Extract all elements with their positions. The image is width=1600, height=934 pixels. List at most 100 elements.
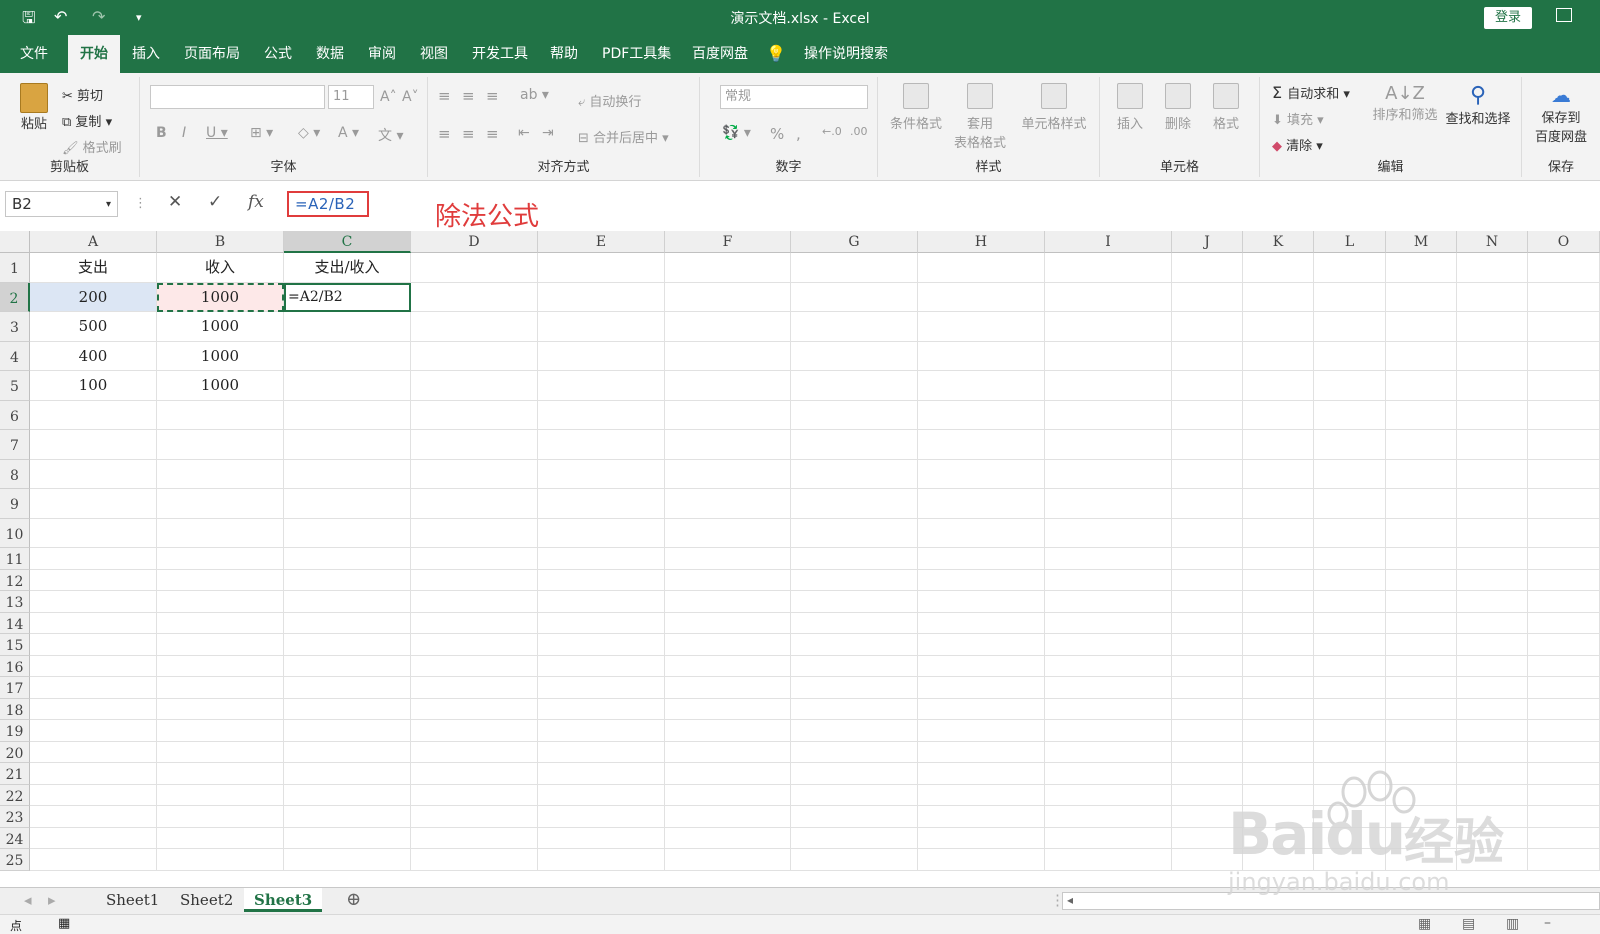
cell-m14[interactable] <box>1386 612 1457 634</box>
cell-h3[interactable] <box>918 312 1045 342</box>
cell-d1[interactable] <box>411 253 538 283</box>
cell-h19[interactable] <box>918 720 1045 742</box>
cell-h2[interactable] <box>918 282 1045 312</box>
cell-i19[interactable] <box>1045 720 1172 742</box>
cell-a4[interactable]: 400 <box>30 341 157 371</box>
cell-k10[interactable] <box>1243 518 1314 548</box>
tab-baidu-netdisk[interactable]: 百度网盘 <box>680 35 760 73</box>
tab-pdf-tools[interactable]: PDF工具集 <box>590 35 683 73</box>
cell-h8[interactable] <box>918 459 1045 489</box>
cell-j19[interactable] <box>1172 720 1243 742</box>
cell-g6[interactable] <box>791 400 918 430</box>
cell-g25[interactable] <box>791 849 918 871</box>
cell-h22[interactable] <box>918 784 1045 806</box>
cell-c1[interactable]: 支出/收入 <box>284 253 411 283</box>
cell-d3[interactable] <box>411 312 538 342</box>
tab-page-layout[interactable]: 页面布局 <box>172 35 252 73</box>
cell-h15[interactable] <box>918 634 1045 656</box>
cell-i8[interactable] <box>1045 459 1172 489</box>
cell-f2[interactable] <box>665 282 791 312</box>
cell-b11[interactable] <box>157 548 284 570</box>
cell-h10[interactable] <box>918 518 1045 548</box>
normal-view-icon[interactable]: ▦ <box>1418 916 1431 932</box>
cell-m2[interactable] <box>1386 282 1457 312</box>
cell-c9[interactable] <box>284 489 411 519</box>
column-header-d[interactable]: D <box>411 231 538 253</box>
cell-h6[interactable] <box>918 400 1045 430</box>
cell-e1[interactable] <box>538 253 665 283</box>
cell-e20[interactable] <box>538 741 665 763</box>
cell-j11[interactable] <box>1172 548 1243 570</box>
cell-k1[interactable] <box>1243 253 1314 283</box>
cell-e17[interactable] <box>538 677 665 699</box>
row-header-2[interactable]: 2 <box>0 282 30 312</box>
cell-b9[interactable] <box>157 489 284 519</box>
cell-i14[interactable] <box>1045 612 1172 634</box>
cell-b1[interactable]: 收入 <box>157 253 284 283</box>
cell-f18[interactable] <box>665 698 791 720</box>
cell-b16[interactable] <box>157 655 284 677</box>
cell-i9[interactable] <box>1045 489 1172 519</box>
row-header-4[interactable]: 4 <box>0 341 30 371</box>
cell-l11[interactable] <box>1314 548 1386 570</box>
cell-m4[interactable] <box>1386 341 1457 371</box>
cell-b19[interactable] <box>157 720 284 742</box>
cell-n14[interactable] <box>1457 612 1528 634</box>
cell-f20[interactable] <box>665 741 791 763</box>
cell-a12[interactable] <box>30 569 157 591</box>
cell-d23[interactable] <box>411 806 538 828</box>
column-header-j[interactable]: J <box>1172 231 1243 253</box>
tab-insert[interactable]: 插入 <box>120 35 172 73</box>
cell-a9[interactable] <box>30 489 157 519</box>
cell-j17[interactable] <box>1172 677 1243 699</box>
cell-k16[interactable] <box>1243 655 1314 677</box>
scroll-right-icon[interactable]: ▸ <box>38 888 66 912</box>
cell-g13[interactable] <box>791 591 918 613</box>
cell-h16[interactable] <box>918 655 1045 677</box>
cell-c10[interactable] <box>284 518 411 548</box>
cell-j12[interactable] <box>1172 569 1243 591</box>
cell-n18[interactable] <box>1457 698 1528 720</box>
page-layout-view-icon[interactable]: ▤ <box>1462 916 1475 932</box>
cell-m15[interactable] <box>1386 634 1457 656</box>
cell-l17[interactable] <box>1314 677 1386 699</box>
cell-e23[interactable] <box>538 806 665 828</box>
cell-h12[interactable] <box>918 569 1045 591</box>
cell-j3[interactable] <box>1172 312 1243 342</box>
row-header-3[interactable]: 3 <box>0 312 30 342</box>
merge-center-button[interactable]: ⊟ 合并后居中 ▾ <box>578 127 669 146</box>
cell-i2[interactable] <box>1045 282 1172 312</box>
cell-i5[interactable] <box>1045 371 1172 401</box>
align-center-icon[interactable]: ≡ <box>462 125 475 143</box>
cell-l4[interactable] <box>1314 341 1386 371</box>
cell-a7[interactable] <box>30 430 157 460</box>
cell-a15[interactable] <box>30 634 157 656</box>
cell-d8[interactable] <box>411 459 538 489</box>
cell-i18[interactable] <box>1045 698 1172 720</box>
cell-l2[interactable] <box>1314 282 1386 312</box>
cell-l18[interactable] <box>1314 698 1386 720</box>
cell-a21[interactable] <box>30 763 157 785</box>
cell-j20[interactable] <box>1172 741 1243 763</box>
row-header-25[interactable]: 25 <box>0 849 30 871</box>
cell-c5[interactable] <box>284 371 411 401</box>
cell-b14[interactable] <box>157 612 284 634</box>
cell-i1[interactable] <box>1045 253 1172 283</box>
row-header-15[interactable]: 15 <box>0 634 30 656</box>
insert-cells-button[interactable]: 插入 <box>1110 83 1150 132</box>
cell-h7[interactable] <box>918 430 1045 460</box>
cell-m8[interactable] <box>1386 459 1457 489</box>
row-header-6[interactable]: 6 <box>0 400 30 430</box>
column-header-i[interactable]: I <box>1045 231 1172 253</box>
cell-n9[interactable] <box>1457 489 1528 519</box>
cell-k3[interactable] <box>1243 312 1314 342</box>
cell-e24[interactable] <box>538 827 665 849</box>
cell-m12[interactable] <box>1386 569 1457 591</box>
cell-o16[interactable] <box>1528 655 1600 677</box>
cell-c13[interactable] <box>284 591 411 613</box>
cell-c11[interactable] <box>284 548 411 570</box>
cell-o21[interactable] <box>1528 763 1600 785</box>
cell-i22[interactable] <box>1045 784 1172 806</box>
decrease-decimal-icon[interactable]: .00 <box>850 125 868 138</box>
align-left-icon[interactable]: ≡ <box>438 125 451 143</box>
